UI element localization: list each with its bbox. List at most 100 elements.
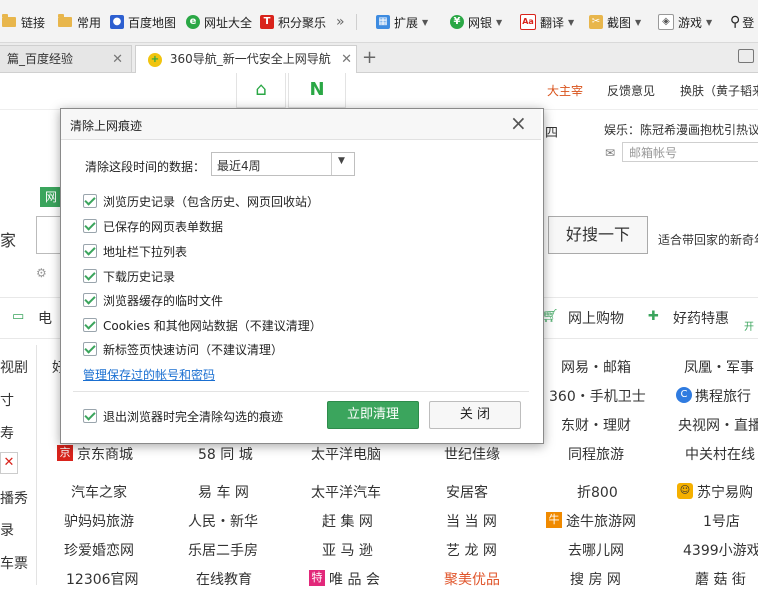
translate-button[interactable]: Aa 翻译 ▼ bbox=[520, 12, 574, 32]
news-headline[interactable]: 娱乐：陈冠希漫画抱枕引热议 bbox=[604, 121, 758, 138]
email-field[interactable]: 邮箱帐号 bbox=[622, 142, 758, 162]
gear-icon[interactable]: ⚙ bbox=[36, 266, 47, 280]
search-button[interactable]: 好搜一下 bbox=[548, 216, 648, 254]
site-link[interactable]: 在线教育 bbox=[196, 569, 252, 589]
suning-icon: ☺ bbox=[677, 483, 693, 499]
category-medicine[interactable]: 好药特惠 bbox=[673, 308, 729, 328]
n-logo-icon[interactable]: N bbox=[288, 73, 346, 108]
clear-now-button[interactable]: 立即清理 bbox=[327, 401, 419, 429]
tab-baidu-jingyan[interactable]: 篇_百度经验 ✕ bbox=[0, 45, 132, 72]
left-col-item[interactable]: 录 bbox=[0, 520, 14, 540]
site-link[interactable]: 世纪佳缘 bbox=[444, 444, 500, 464]
close-icon[interactable]: ✕ bbox=[339, 46, 352, 73]
checkbox-browsing-history[interactable] bbox=[83, 194, 97, 208]
bookmark-site-directory[interactable]: e 网址大全 bbox=[186, 12, 252, 32]
option-label: 浏览器缓存的临时文件 bbox=[103, 294, 224, 308]
site-link[interactable]: 聚美优品 bbox=[444, 569, 500, 589]
bookmarks-bar: 链接 常用 ● 百度地图 e 网址大全 T 积分聚乐 » ▦ 扩展 ▼ ¥ 网银 ▼ Aa 翻译… bbox=[0, 0, 758, 43]
tab-360-nav[interactable]: + 360导航_新一代安全上网导航 ✕ bbox=[135, 45, 357, 73]
dialog-titlebar: 清除上网痕迹 × bbox=[61, 109, 541, 140]
site-link[interactable]: 驴妈妈旅游 bbox=[64, 511, 134, 531]
skin-link[interactable]: 换肤（黄子韬来 bbox=[680, 82, 758, 99]
bookmark-links[interactable]: 链接 bbox=[2, 12, 45, 32]
new-tab-button[interactable]: + bbox=[362, 47, 377, 68]
site-link[interactable]: 安居客 bbox=[446, 482, 488, 502]
close-icon[interactable]: ✕ bbox=[112, 46, 123, 72]
checkbox-cookies[interactable] bbox=[83, 318, 97, 332]
bank-button[interactable]: ¥ 网银 ▼ bbox=[450, 12, 502, 32]
site-link[interactable]: 58 同 城 bbox=[198, 444, 253, 464]
left-col-item[interactable]: 车票 bbox=[0, 553, 28, 573]
home-icon[interactable]: ⌂ bbox=[236, 73, 286, 108]
search-hint[interactable]: 适合带回家的新奇年 bbox=[658, 231, 758, 248]
category-left[interactable]: 电 bbox=[38, 308, 52, 328]
site-link[interactable]: 1号店 bbox=[703, 511, 740, 531]
site-link[interactable]: 太平洋电脑 bbox=[311, 444, 381, 464]
option-label: 新标签页快速访问（不建议清理） bbox=[103, 343, 284, 357]
close-button[interactable]: 关 闭 bbox=[429, 401, 521, 429]
category-shopping[interactable]: 网上购物 bbox=[568, 308, 624, 328]
medicine-icon: ✚ bbox=[648, 309, 659, 324]
site-link[interactable]: 360・手机卫士 bbox=[549, 386, 646, 406]
site-link[interactable]: 赶 集 网 bbox=[322, 511, 373, 531]
close-icon[interactable]: × bbox=[510, 111, 527, 135]
close-icon[interactable]: ✕ bbox=[0, 452, 18, 474]
site-link[interactable]: 亚 马 逊 bbox=[322, 540, 373, 560]
checkbox-address-bar[interactable] bbox=[83, 244, 97, 258]
site-link[interactable]: 太平洋汽车 bbox=[311, 482, 381, 502]
period-select[interactable]: 最近4周 ▼ bbox=[211, 152, 355, 176]
site-link[interactable]: 京东商城 bbox=[77, 444, 133, 464]
checkbox-clear-on-exit[interactable] bbox=[83, 409, 97, 423]
site-link[interactable]: 同程旅游 bbox=[568, 444, 624, 464]
site-link[interactable]: 搜 房 网 bbox=[570, 569, 621, 589]
checkbox-cache[interactable] bbox=[83, 293, 97, 307]
site-link[interactable]: 苏宁易购 bbox=[697, 482, 753, 502]
site-link[interactable]: 凤凰・军事 bbox=[684, 357, 754, 377]
chevron-down-icon: ▼ bbox=[706, 17, 713, 27]
games-button[interactable]: ◈ 游戏 ▼ bbox=[658, 12, 712, 32]
site-link[interactable]: 携程旅行 bbox=[695, 386, 751, 406]
tab-bar: 篇_百度经验 ✕ + 360导航_新一代安全上网导航 ✕ + bbox=[0, 43, 758, 73]
site-link[interactable]: 12306官网 bbox=[66, 569, 139, 589]
site-link[interactable]: 央视网・直播 bbox=[678, 415, 758, 435]
top-link-0[interactable]: 大主宰 bbox=[547, 82, 583, 99]
checkbox-form-data[interactable] bbox=[83, 219, 97, 233]
manage-passwords-link[interactable]: 管理保存过的帐号和密码 bbox=[83, 366, 215, 383]
checkbox-download-history[interactable] bbox=[83, 269, 97, 283]
site-link[interactable]: 当 当 网 bbox=[446, 511, 497, 531]
category-more[interactable]: 开 bbox=[744, 318, 754, 333]
translate-icon: Aa bbox=[520, 14, 536, 30]
screenshot-button[interactable]: ✂ 截图 ▼ bbox=[589, 12, 641, 32]
site-link[interactable]: 唯 品 会 bbox=[329, 569, 380, 589]
site-link[interactable]: 东财・理财 bbox=[561, 415, 631, 435]
search-tab-web[interactable]: 网 bbox=[40, 187, 62, 207]
site-link[interactable]: 途牛旅游网 bbox=[566, 511, 636, 531]
option-label: 下载历史记录 bbox=[103, 270, 176, 284]
site-link[interactable]: 珍爱婚恋网 bbox=[64, 540, 134, 560]
left-col-item[interactable]: 播秀 bbox=[0, 488, 28, 508]
bookmarks-more[interactable]: » bbox=[336, 12, 345, 32]
left-col-item[interactable]: 寿 bbox=[0, 423, 14, 443]
login-button[interactable]: ⚲ 登 bbox=[730, 12, 754, 32]
checkbox-new-tab-quick-access[interactable] bbox=[83, 342, 97, 356]
left-col-item[interactable]: 视剧 bbox=[0, 357, 28, 377]
site-link[interactable]: 蘑 菇 街 bbox=[695, 569, 746, 589]
left-col-item[interactable]: 寸 bbox=[0, 390, 14, 410]
site-link[interactable]: 人民・新华 bbox=[188, 511, 258, 531]
period-label: 清除这段时间的数据： bbox=[85, 160, 206, 174]
site-link[interactable]: 易 车 网 bbox=[198, 482, 249, 502]
site-link[interactable]: 折800 bbox=[577, 482, 618, 502]
bookmark-points[interactable]: T 积分聚乐 bbox=[260, 12, 326, 32]
site-link[interactable]: 网易・邮箱 bbox=[561, 357, 631, 377]
site-link[interactable]: 去哪儿网 bbox=[568, 540, 624, 560]
bookmark-baidu-map[interactable]: ● 百度地图 bbox=[110, 12, 176, 32]
site-link[interactable]: 艺 龙 网 bbox=[446, 540, 497, 560]
tab-list-icon[interactable] bbox=[738, 49, 754, 63]
feedback-link[interactable]: 反馈意见 bbox=[607, 82, 655, 99]
extensions-button[interactable]: ▦ 扩展 ▼ bbox=[376, 12, 428, 32]
site-link[interactable]: 中关村在线 bbox=[685, 444, 755, 464]
site-link[interactable]: 汽车之家 bbox=[71, 482, 127, 502]
site-link[interactable]: 4399小游戏 bbox=[683, 540, 758, 560]
bookmark-common[interactable]: 常用 bbox=[58, 12, 101, 32]
site-link[interactable]: 乐居二手房 bbox=[188, 540, 258, 560]
